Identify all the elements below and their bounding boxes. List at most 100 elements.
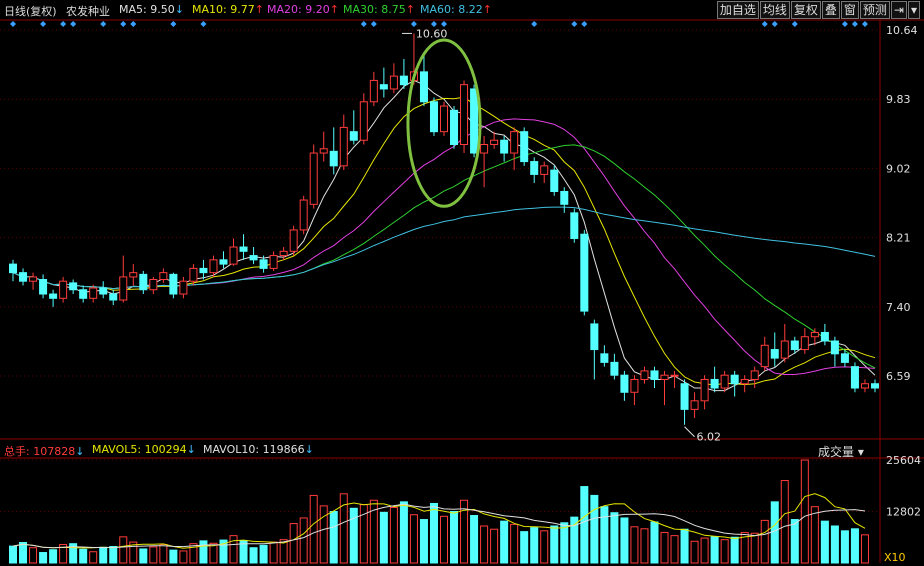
candle-body (660, 374, 669, 380)
volume-bar (179, 550, 188, 564)
candle-body (760, 344, 769, 368)
volume-bar (660, 531, 669, 564)
candle-body (470, 88, 479, 154)
volume-bar (510, 523, 519, 564)
candle-body (309, 152, 318, 205)
candle-body (229, 246, 238, 265)
candle-body (780, 340, 789, 359)
ma30-line (12, 144, 876, 369)
event-diamond-icon (581, 21, 588, 27)
volume-bar (109, 546, 118, 564)
volume-bar (730, 536, 739, 564)
candle-body (730, 374, 739, 385)
candle-body (9, 263, 18, 274)
volume-bar (850, 528, 859, 564)
event-diamond-icon (100, 21, 107, 27)
candle-body (570, 212, 579, 239)
candle-body (439, 105, 449, 133)
volume-bar (169, 549, 178, 564)
candle-body (490, 139, 499, 145)
volume-tick-label: 25604 (886, 454, 921, 467)
ma10-line (12, 96, 876, 386)
volume-bar (379, 511, 388, 564)
candle-body (259, 259, 268, 269)
candle-body (129, 272, 138, 278)
event-diamond-icon (851, 21, 858, 27)
price-tick-label: 7.40 (886, 301, 911, 314)
candle-body (610, 361, 619, 376)
volume-bar (630, 526, 639, 564)
volume-bar (319, 505, 328, 564)
candle-body (800, 336, 809, 351)
candle-body (299, 199, 308, 231)
candle-body (169, 273, 178, 295)
candle-body (620, 374, 629, 393)
volume-bar (780, 480, 789, 564)
volume-bar (820, 520, 829, 564)
volume-bar (700, 537, 709, 564)
low-marker-line (684, 426, 695, 438)
volume-bar (720, 539, 729, 564)
candle-body (510, 131, 519, 154)
candle-body (399, 75, 408, 86)
volume-bar (500, 520, 509, 564)
volume-bar (670, 535, 679, 564)
volume-bar (289, 523, 298, 564)
candle-body (820, 331, 829, 342)
candle-body (460, 84, 469, 145)
candle-body (249, 255, 258, 261)
candle-body (339, 126, 348, 167)
event-diamond-icon (441, 21, 447, 27)
volume-bar (650, 521, 659, 564)
candle-body (750, 370, 759, 380)
candle-body (59, 280, 68, 299)
event-diamond-icon (10, 21, 17, 27)
volume-bar (9, 545, 18, 564)
candle-body (480, 143, 489, 154)
kline-chart[interactable]: 10.64 9.83 9.02 8.21 7.40 6.59 25604 12802 X10 10… (0, 0, 924, 566)
volume-bar (570, 516, 579, 564)
candle-body (740, 378, 749, 385)
candle-body (530, 161, 539, 175)
event-diamond-icon (841, 21, 848, 27)
volume-bar (450, 511, 459, 564)
volume-bar (860, 534, 869, 564)
candle-body (770, 349, 779, 359)
candle-body (139, 273, 148, 291)
volume-bar (520, 531, 529, 564)
volume-unit-label: X10 (884, 551, 906, 564)
candle-body (19, 272, 28, 282)
volume-bar (610, 512, 619, 564)
volume-bar (309, 494, 318, 564)
volume-bar (149, 546, 158, 564)
candle-body (319, 148, 328, 154)
volume-bar (199, 540, 208, 564)
candle-body (379, 84, 388, 90)
candle-body (840, 353, 849, 363)
event-diamond-icon (40, 21, 47, 27)
candle-body (670, 374, 679, 377)
candle-body (680, 383, 689, 410)
volume-bar (439, 515, 449, 564)
high-marker-label: 10.60 (416, 27, 448, 40)
volume-bar (269, 541, 278, 564)
candle-body (389, 75, 398, 90)
event-diamond-icon (791, 21, 798, 27)
candle-body (630, 378, 639, 393)
event-diamond-icon (531, 21, 538, 27)
volume-bar (770, 501, 779, 564)
candle-body (720, 374, 729, 389)
volume-bar (680, 528, 689, 564)
candle-body (199, 267, 208, 274)
candle-body (580, 233, 589, 312)
candle-body (810, 331, 819, 338)
volume-bar (159, 543, 168, 564)
candle-body (650, 370, 659, 380)
volume-bar (710, 536, 719, 564)
volume-bar (790, 519, 799, 564)
volume-bar (259, 544, 268, 564)
event-diamond-icon (861, 21, 868, 27)
volume-bar (39, 552, 48, 564)
volume-tick-label: 12802 (886, 506, 921, 519)
volume-bar (429, 502, 438, 564)
